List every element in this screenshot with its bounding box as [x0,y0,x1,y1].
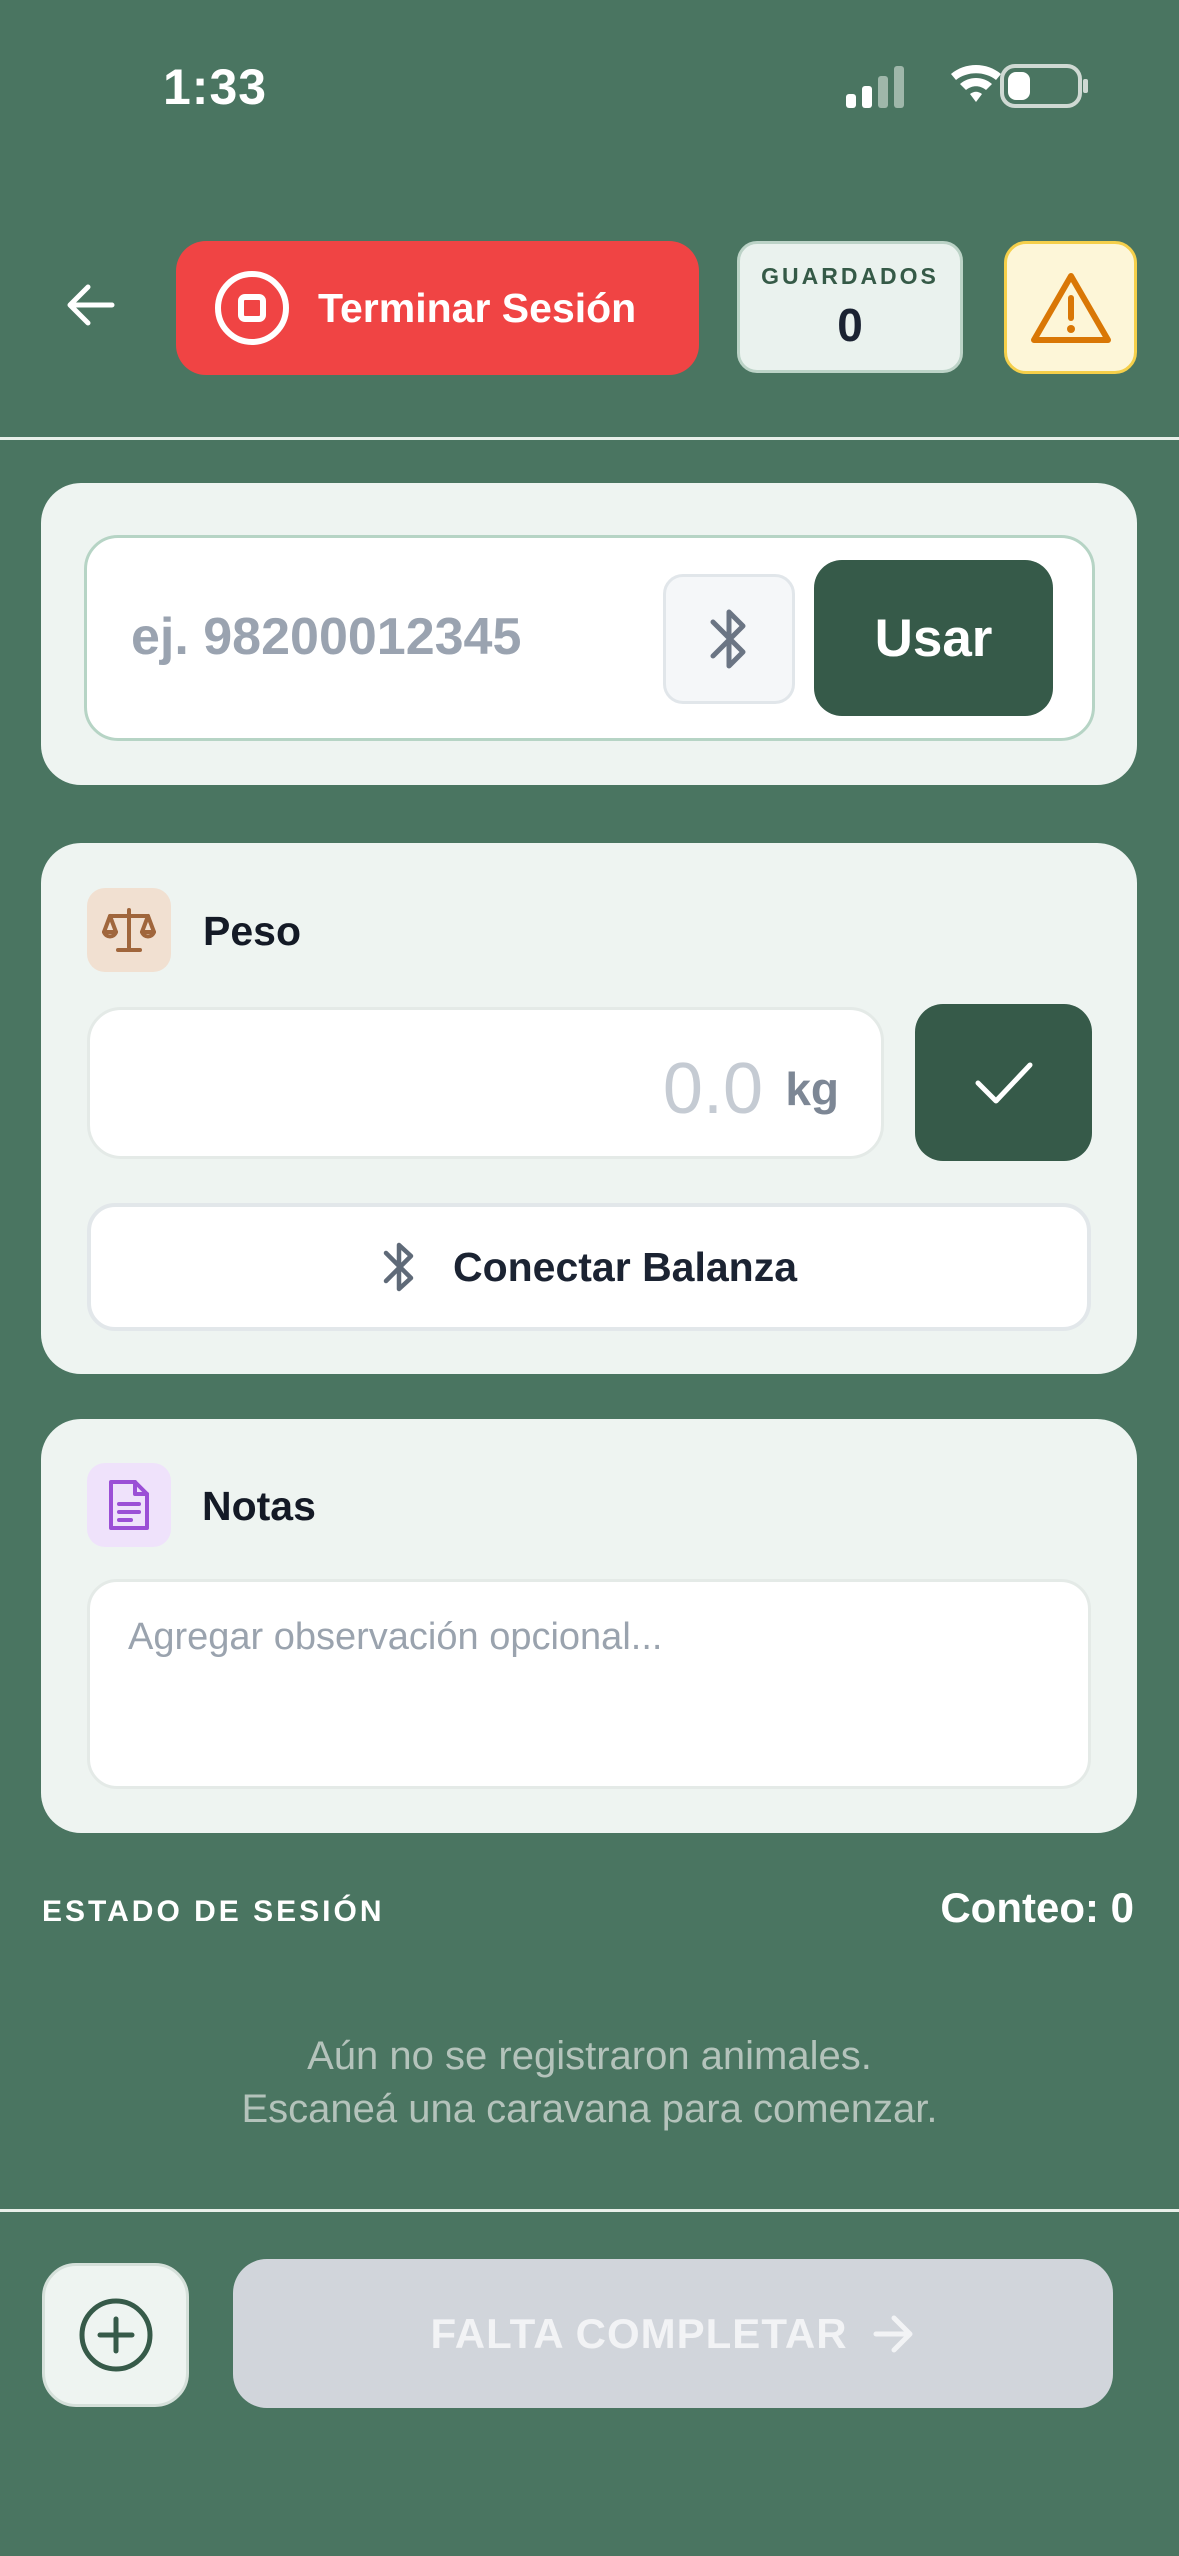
bluetooth-icon [710,609,746,669]
footer-divider [0,2209,1179,2212]
tag-input-row: Usar [84,535,1095,741]
wifi-icon [951,65,1001,102]
empty-state-line-1: Aún no se registraron animales. [307,2034,872,2078]
add-button[interactable] [42,2263,189,2407]
session-count: Conteo: 0 [940,1884,1134,1931]
status-icons [846,64,1088,108]
arrow-right-icon [873,2315,913,2352]
end-session-label: Terminar Sesión [318,284,637,331]
plus-circle-icon [79,2298,152,2372]
arrow-left-icon [67,284,115,326]
empty-state-line-2: Escaneá una caravana para comenzar. [241,2087,938,2131]
header-divider [0,437,1179,440]
tag-input[interactable] [131,602,651,672]
back-button[interactable] [55,270,125,340]
complete-label: FALTA COMPLETAR [430,2309,848,2357]
weight-title: Peso [203,908,301,954]
warning-button[interactable] [1004,241,1137,374]
status-time: 1:33 [163,59,268,115]
weight-input[interactable]: 0.0 kg [87,1007,884,1159]
connect-scale-button[interactable]: Conectar Balanza [87,1203,1091,1331]
bluetooth-icon [383,1242,414,1292]
use-button[interactable]: Usar [814,560,1053,716]
connect-scale-label: Conectar Balanza [452,1243,798,1290]
signal-icon [846,66,904,108]
battery-icon [1000,64,1088,108]
session-state-label: ESTADO DE SESIÓN [42,1895,385,1928]
empty-state-message: Aún no se registraron animales. Escaneá … [0,2030,1179,2136]
notes-textarea[interactable] [128,1616,1048,1756]
notes-title: Notas [202,1483,316,1529]
warning-icon [1030,272,1111,343]
notes-field [87,1579,1091,1789]
complete-button[interactable]: FALTA COMPLETAR [233,2259,1113,2408]
confirm-weight-button[interactable] [915,1004,1092,1161]
weight-value: 0.0 [662,1049,763,1129]
stop-circle-icon [215,271,289,345]
document-icon [87,1463,171,1547]
scale-icon [87,888,171,972]
saved-counter: GUARDADOS 0 [737,241,963,373]
check-icon [975,1062,1032,1103]
end-session-button[interactable]: Terminar Sesión [176,241,699,375]
tag-bluetooth-button[interactable] [663,574,795,704]
saved-label: GUARDADOS [761,262,939,289]
weight-unit: kg [785,1063,839,1115]
saved-value: 0 [837,298,863,351]
